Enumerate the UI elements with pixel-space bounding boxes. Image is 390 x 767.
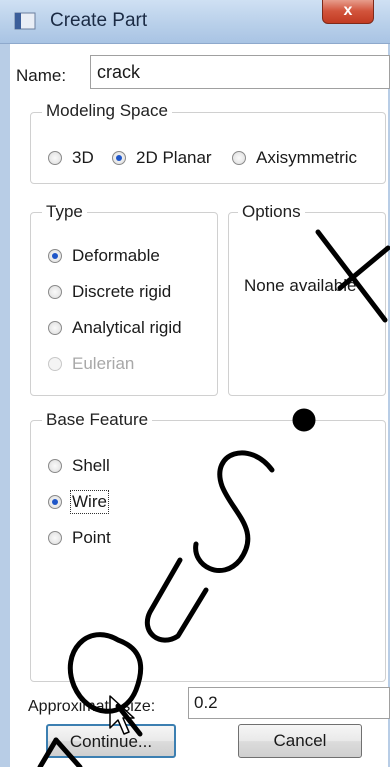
options-title: Options (238, 202, 305, 222)
radio-2d-planar-indicator (112, 151, 126, 165)
base-feature-title: Base Feature (42, 410, 153, 430)
name-input[interactable]: crack (90, 55, 390, 89)
radio-point[interactable]: Point (48, 528, 111, 548)
radio-deformable-label: Deformable (72, 246, 160, 265)
cancel-button[interactable]: Cancel (238, 724, 362, 758)
radio-discrete-rigid[interactable]: Discrete rigid (48, 282, 171, 302)
approximate-size-input[interactable]: 0.2 (188, 687, 390, 719)
radio-axisymmetric-indicator (232, 151, 246, 165)
radio-eulerian-indicator (48, 357, 62, 371)
radio-discrete-rigid-label: Discrete rigid (72, 282, 172, 301)
radio-wire[interactable]: Wire (48, 490, 109, 514)
radio-2d-planar-label: 2D Planar (136, 148, 212, 167)
close-button[interactable]: x (322, 0, 374, 24)
modeling-space-title: Modeling Space (42, 101, 172, 121)
radio-shell-label: Shell (72, 456, 110, 475)
radio-deformable[interactable]: Deformable (48, 246, 160, 266)
radio-point-label: Point (72, 528, 111, 547)
radio-3d-indicator (48, 151, 62, 165)
radio-deformable-indicator (48, 249, 62, 263)
radio-point-indicator (48, 531, 62, 545)
options-none-available: None available (244, 276, 357, 295)
approximate-size-label: Approximate size: (28, 698, 156, 715)
name-label: Name: (16, 66, 67, 85)
radio-shell[interactable]: Shell (48, 456, 110, 476)
type-title: Type (42, 202, 87, 222)
mouse-cursor-icon (108, 694, 136, 740)
radio-analytical-rigid-label: Analytical rigid (72, 318, 182, 337)
radio-analytical-rigid[interactable]: Analytical rigid (48, 318, 182, 338)
window-frame-left (0, 44, 10, 767)
radio-eulerian: Eulerian (48, 354, 134, 374)
radio-axisymmetric[interactable]: Axisymmetric (232, 148, 357, 168)
radio-eulerian-label: Eulerian (72, 354, 135, 373)
close-icon: x (343, 2, 353, 19)
radio-analytical-rigid-indicator (48, 321, 62, 335)
radio-wire-indicator (48, 495, 62, 509)
radio-discrete-rigid-indicator (48, 285, 62, 299)
radio-3d[interactable]: 3D (48, 148, 94, 168)
options-group (228, 212, 386, 396)
radio-wire-label: Wire (70, 490, 109, 514)
radio-2d-planar[interactable]: 2D Planar (112, 148, 212, 168)
window-icon (14, 11, 36, 31)
title-bar: Create Part x (0, 0, 390, 44)
radio-3d-label: 3D (72, 148, 94, 167)
radio-axisymmetric-label: Axisymmetric (256, 148, 358, 167)
window-title: Create Part (50, 10, 148, 31)
radio-shell-indicator (48, 459, 62, 473)
